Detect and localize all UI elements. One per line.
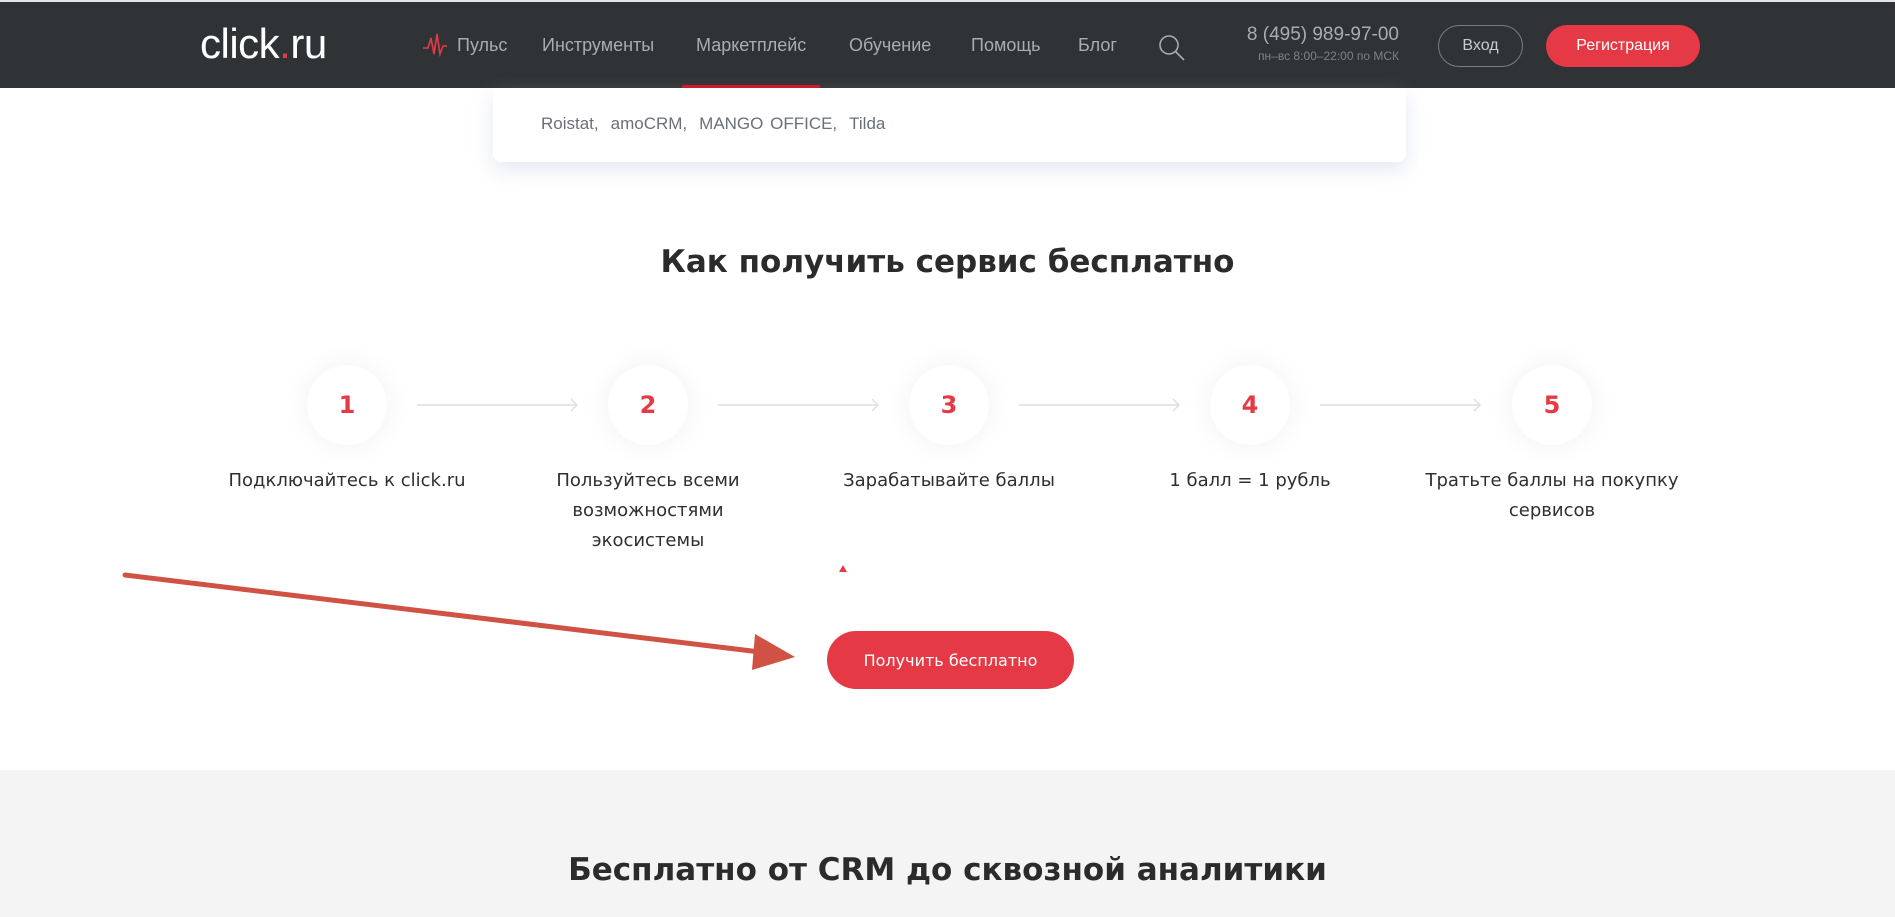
step-label: 1 балл = 1 рубль	[1169, 470, 1331, 491]
contact-phone: 8 (495) 989-97-00 пн–вс 8:00–22:00 по МС…	[1247, 24, 1399, 63]
step-arrow-icon	[417, 398, 579, 412]
small-triangle-icon	[839, 565, 847, 572]
step-arrow-icon	[1019, 398, 1181, 412]
step-number-circle: 2	[608, 365, 688, 445]
get-free-button[interactable]: Получить бесплатно	[827, 631, 1074, 689]
logo-text: click	[200, 20, 280, 67]
crm-section: Бесплатно от CRM до сквозной аналитики	[0, 770, 1895, 917]
nav-learning[interactable]: Обучение	[849, 35, 931, 56]
search-icon[interactable]	[1158, 34, 1186, 62]
nav-blog[interactable]: Блог	[1078, 35, 1117, 56]
step-label: Зарабатывайте баллы	[843, 470, 1055, 491]
partners-card: Roistat, amoCRM, MANGO OFFICE, Tilda	[493, 88, 1406, 162]
phone-number[interactable]: 8 (495) 989-97-00	[1247, 24, 1399, 46]
partners-list: Roistat, amoCRM, MANGO OFFICE, Tilda	[541, 114, 897, 134]
pulse-icon	[423, 33, 447, 58]
nav-tools[interactable]: Инструменты	[542, 35, 654, 56]
partner-item: Roistat,	[541, 114, 599, 133]
logo-tld: ru	[290, 20, 327, 67]
step-arrow-icon	[718, 398, 880, 412]
step-label: Подключайтесь к click.ru	[228, 470, 466, 491]
crm-section-title: Бесплатно от CRM до сквозной аналитики	[568, 852, 1327, 888]
step-number-circle: 5	[1512, 365, 1592, 445]
register-button[interactable]: Регистрация	[1546, 25, 1700, 67]
partner-item: amoCRM,	[610, 114, 688, 133]
section-title: Как получить сервис бесплатно	[660, 244, 1235, 280]
step-number-circle: 1	[307, 365, 387, 445]
step-label: Тратьте баллы на покупку сервисов	[1425, 470, 1679, 521]
step-number-circle: 4	[1210, 365, 1290, 445]
working-hours: пн–вс 8:00–22:00 по МСК	[1258, 49, 1399, 63]
logo[interactable]: click.ru	[200, 20, 327, 68]
nav-marketplace[interactable]: Маркетплейс	[681, 35, 821, 88]
nav-pulse[interactable]: Пульс	[457, 35, 507, 56]
site-header: click.ru Пульс Инструменты Маркетплейс О…	[0, 0, 1895, 88]
logo-dot: .	[279, 20, 291, 67]
step-label: Пользуйтесь всеми возможностями экосисте…	[556, 470, 740, 551]
partner-item: MANGO OFFICE,	[699, 114, 838, 133]
nav-help[interactable]: Помощь	[971, 35, 1041, 56]
step-arrow-icon	[1320, 398, 1482, 412]
partner-item: Tilda	[849, 114, 886, 133]
step-number-circle: 3	[909, 365, 989, 445]
login-button[interactable]: Вход	[1438, 25, 1523, 67]
